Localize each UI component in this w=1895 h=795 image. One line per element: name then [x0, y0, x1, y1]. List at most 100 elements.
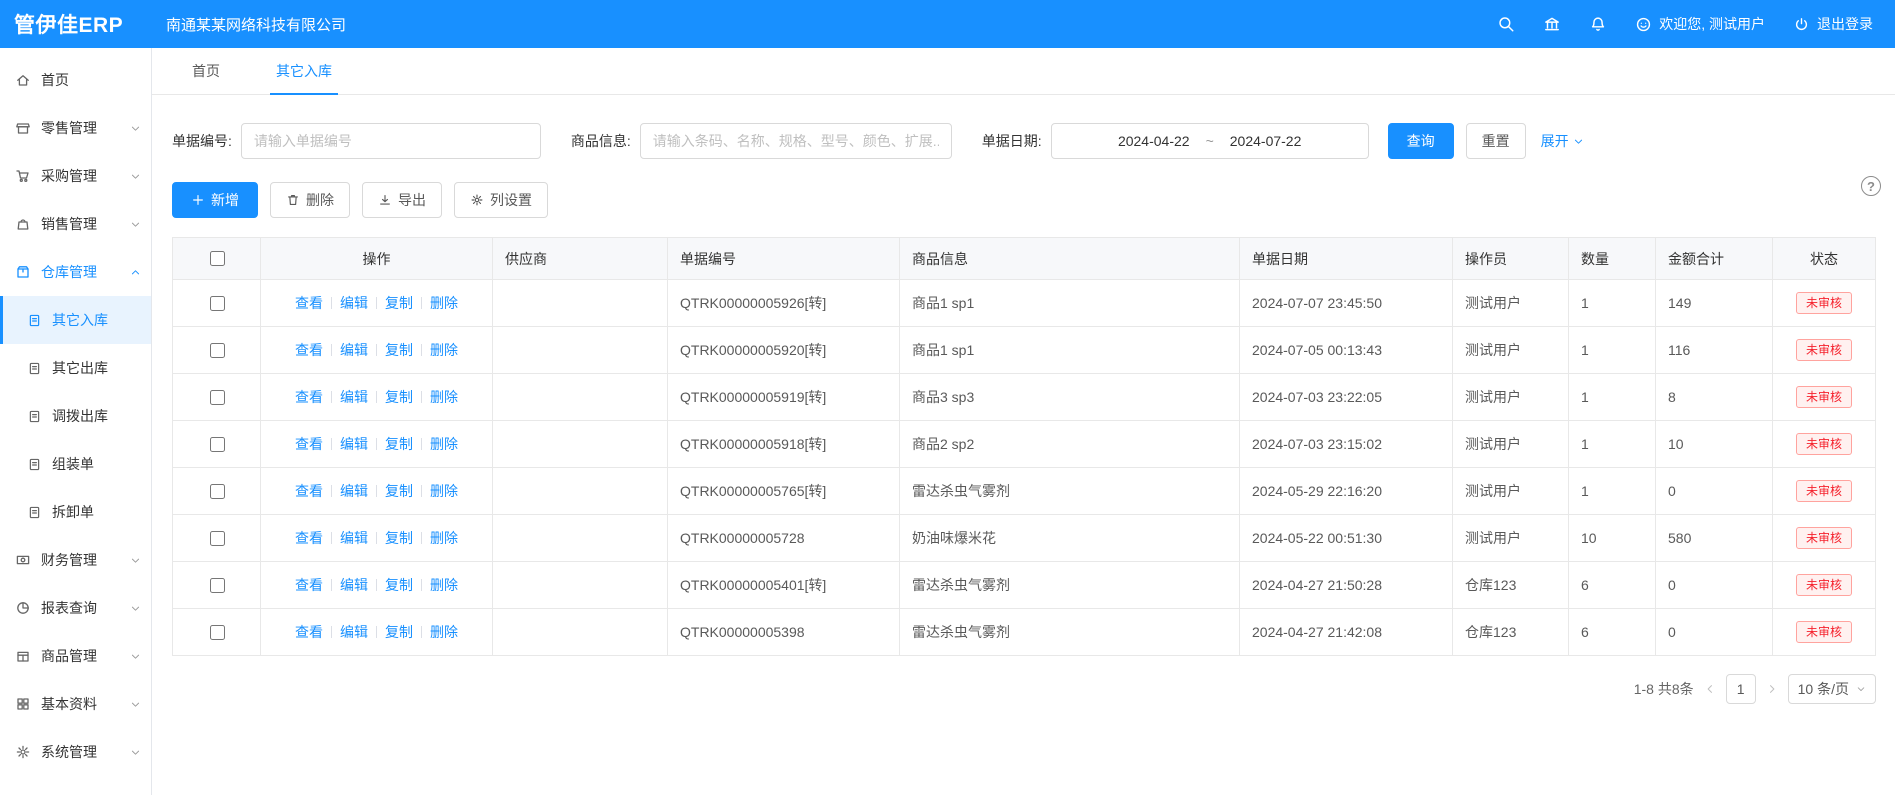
view-link[interactable]: 查看	[295, 436, 323, 452]
search-icon[interactable]	[1497, 15, 1515, 33]
sidebar-item-other-outbound[interactable]: 其它出库	[0, 344, 151, 392]
view-link[interactable]: 查看	[295, 295, 323, 311]
status-badge: 未审核	[1796, 386, 1852, 408]
row-checkbox[interactable]	[210, 578, 225, 593]
chevron-up-icon	[130, 267, 141, 278]
sidebar-item-purchase[interactable]: 采购管理	[0, 152, 151, 200]
plus-icon	[191, 193, 205, 207]
divider	[376, 438, 377, 450]
sidebar-item-products[interactable]: 商品管理	[0, 632, 151, 680]
sidebar-item-transfer-outbound[interactable]: 调拨出库	[0, 392, 151, 440]
copy-link[interactable]: 复制	[385, 577, 413, 593]
gear-icon	[15, 744, 31, 760]
view-link[interactable]: 查看	[295, 530, 323, 546]
delete-link[interactable]: 删除	[430, 483, 458, 499]
sidebar-item-sales[interactable]: 销售管理	[0, 200, 151, 248]
add-button[interactable]: 新增	[172, 182, 258, 218]
sidebar-item-finance[interactable]: 财务管理	[0, 536, 151, 584]
date-range-picker[interactable]: 2024-04-22 ~ 2024-07-22	[1051, 123, 1369, 159]
row-checkbox[interactable]	[210, 531, 225, 546]
delete-link[interactable]: 删除	[430, 436, 458, 452]
page-size-select[interactable]: 10 条/页	[1788, 674, 1876, 704]
product-info-input[interactable]	[640, 123, 952, 159]
copy-link[interactable]: 复制	[385, 436, 413, 452]
date-cell: 2024-04-27 21:50:28	[1240, 562, 1453, 609]
sidebar-item-system[interactable]: 系统管理	[0, 728, 151, 776]
export-button[interactable]: 导出	[362, 182, 442, 218]
edit-link[interactable]: 编辑	[340, 295, 368, 311]
sidebar-item-warehouse[interactable]: 仓库管理	[0, 248, 151, 296]
supplier-cell	[493, 515, 668, 562]
delete-label: 删除	[306, 190, 334, 210]
row-checkbox[interactable]	[210, 390, 225, 405]
reset-button[interactable]: 重置	[1466, 123, 1526, 159]
sidebar-item-label: 商品管理	[41, 646, 97, 666]
divider	[331, 344, 332, 356]
order-no-input[interactable]	[241, 123, 541, 159]
tab-other-inbound[interactable]: 其它入库	[270, 48, 338, 95]
qty-cell: 6	[1569, 562, 1656, 609]
sidebar-item-label: 其它入库	[52, 310, 108, 330]
edit-link[interactable]: 编辑	[340, 577, 368, 593]
logout-button[interactable]: 退出登录	[1793, 14, 1873, 34]
select-all-checkbox[interactable]	[210, 251, 225, 266]
page-number[interactable]: 1	[1726, 674, 1756, 704]
edit-link[interactable]: 编辑	[340, 342, 368, 358]
prev-page-button[interactable]	[1704, 683, 1716, 695]
edit-link[interactable]: 编辑	[340, 436, 368, 452]
filter-bar: 单据编号: 商品信息: 单据日期: 2024-04-22 ~ 2024-07-2…	[172, 123, 1876, 159]
edit-link[interactable]: 编辑	[340, 389, 368, 405]
sidebar-item-assembly[interactable]: 组装单	[0, 440, 151, 488]
view-link[interactable]: 查看	[295, 577, 323, 593]
view-link[interactable]: 查看	[295, 342, 323, 358]
sidebar-item-other-inbound[interactable]: 其它入库	[0, 296, 151, 344]
edit-link[interactable]: 编辑	[340, 483, 368, 499]
row-checkbox[interactable]	[210, 343, 225, 358]
sidebar-item-disassembly[interactable]: 拆卸单	[0, 488, 151, 536]
date-cell: 2024-07-05 00:13:43	[1240, 327, 1453, 374]
date-cell: 2024-07-03 23:22:05	[1240, 374, 1453, 421]
copy-link[interactable]: 复制	[385, 342, 413, 358]
sidebar-item-home[interactable]: 首页	[0, 56, 151, 104]
delete-link[interactable]: 删除	[430, 389, 458, 405]
amount-cell: 580	[1656, 515, 1773, 562]
sidebar-item-reports[interactable]: 报表查询	[0, 584, 151, 632]
copy-link[interactable]: 复制	[385, 624, 413, 640]
next-page-button[interactable]	[1766, 683, 1778, 695]
help-button[interactable]: ?	[1861, 176, 1881, 196]
delete-link[interactable]: 删除	[430, 342, 458, 358]
status-badge: 未审核	[1796, 527, 1852, 549]
row-checkbox[interactable]	[210, 484, 225, 499]
delete-link[interactable]: 删除	[430, 577, 458, 593]
row-checkbox[interactable]	[210, 625, 225, 640]
view-link[interactable]: 查看	[295, 389, 323, 405]
sidebar-item-retail[interactable]: 零售管理	[0, 104, 151, 152]
pagination-total: 1-8 共8条	[1634, 679, 1694, 699]
table-row: 查看编辑复制删除 QTRK00000005920[转] 商品1 sp1 2024…	[173, 327, 1876, 374]
tab-home[interactable]: 首页	[186, 48, 226, 95]
bank-icon[interactable]	[1543, 15, 1561, 33]
view-link[interactable]: 查看	[295, 624, 323, 640]
search-button[interactable]: 查询	[1388, 123, 1454, 159]
delete-link[interactable]: 删除	[430, 624, 458, 640]
delete-button[interactable]: 删除	[270, 182, 350, 218]
edit-link[interactable]: 编辑	[340, 530, 368, 546]
expand-link[interactable]: 展开	[1541, 131, 1584, 151]
copy-link[interactable]: 复制	[385, 295, 413, 311]
edit-link[interactable]: 编辑	[340, 624, 368, 640]
row-checkbox[interactable]	[210, 437, 225, 452]
copy-link[interactable]: 复制	[385, 389, 413, 405]
delete-link[interactable]: 删除	[430, 530, 458, 546]
date-start-value: 2024-04-22	[1118, 133, 1190, 149]
welcome-user[interactable]: 欢迎您, 测试用户	[1635, 14, 1765, 34]
column-settings-button[interactable]: 列设置	[454, 182, 548, 218]
row-checkbox[interactable]	[210, 296, 225, 311]
qty-cell: 1	[1569, 374, 1656, 421]
copy-link[interactable]: 复制	[385, 483, 413, 499]
logout-icon	[1793, 16, 1810, 33]
sidebar-item-basic-data[interactable]: 基本资料	[0, 680, 151, 728]
view-link[interactable]: 查看	[295, 483, 323, 499]
bell-icon[interactable]	[1589, 15, 1607, 33]
copy-link[interactable]: 复制	[385, 530, 413, 546]
delete-link[interactable]: 删除	[430, 295, 458, 311]
